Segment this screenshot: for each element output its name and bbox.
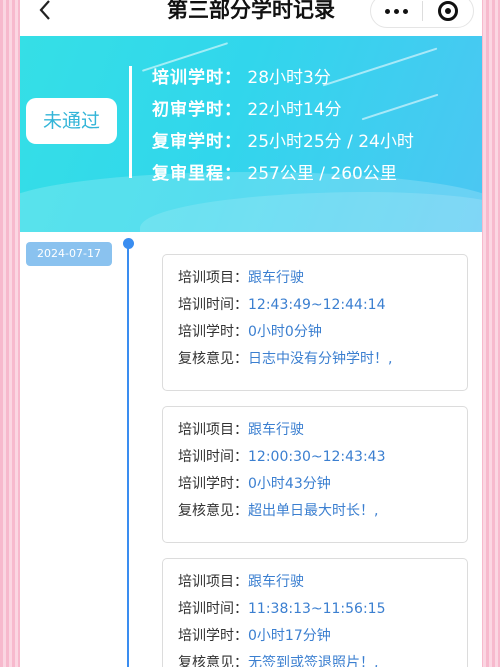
summary-banner: 未通过 培训学时： 28小时3分 初审学时： 22小时14分 复审学时： 25小… bbox=[20, 36, 482, 232]
app-screen: 第三部分学时记录 未通过 培训学时： 28小时3分 初审学时： 22小时14分 … bbox=[20, 0, 482, 667]
mini-program-capsule bbox=[370, 0, 474, 28]
more-dots-icon bbox=[385, 8, 390, 14]
record-card[interactable]: 培训项目：跟车行驶 培训时间：11:38:13~11:56:15 培训学时：0小… bbox=[162, 558, 468, 667]
record-project: 培训项目：跟车行驶 bbox=[178, 574, 304, 590]
record-hours: 培训学时：0小时0分钟 bbox=[178, 324, 322, 340]
summary-stats: 培训学时： 28小时3分 初审学时： 22小时14分 复审学时： 25小时25分… bbox=[152, 62, 414, 190]
record-time: 培训时间：12:43:49~12:44:14 bbox=[178, 297, 386, 313]
left-decor-border bbox=[0, 0, 20, 667]
record-project: 培训项目：跟车行驶 bbox=[178, 270, 304, 286]
timeline-dot bbox=[123, 238, 134, 249]
stat-first-review-hours: 初审学时： 22小时14分 bbox=[152, 100, 342, 120]
record-review: 复核意见：无签到或签退照片！, bbox=[178, 655, 379, 667]
close-mini-program-button[interactable] bbox=[423, 1, 473, 21]
stat-second-review-hours: 复审学时： 25小时25分 / 24小时 bbox=[152, 132, 414, 152]
record-time: 培训时间：12:00:30~12:43:43 bbox=[178, 449, 386, 465]
record-card[interactable]: 培训项目：跟车行驶 培训时间：12:43:49~12:44:14 培训学时：0小… bbox=[162, 254, 468, 391]
more-menu-button[interactable] bbox=[371, 8, 422, 14]
stat-training-hours: 培训学时： 28小时3分 bbox=[152, 68, 331, 88]
record-time: 培训时间：11:38:13~11:56:15 bbox=[178, 601, 386, 617]
target-close-icon bbox=[437, 1, 458, 21]
record-hours: 培训学时：0小时17分钟 bbox=[178, 628, 331, 644]
status-badge: 未通过 bbox=[26, 98, 117, 144]
record-card[interactable]: 培训项目：跟车行驶 培训时间：12:00:30~12:43:43 培训学时：0小… bbox=[162, 406, 468, 543]
timeline-date-chip: 2024-07-17 bbox=[26, 242, 112, 266]
stat-second-review-mileage: 复审里程： 257公里 / 260公里 bbox=[152, 164, 397, 184]
record-project: 培训项目：跟车行驶 bbox=[178, 422, 304, 438]
nav-bar: 第三部分学时记录 bbox=[20, 0, 482, 36]
record-hours: 培训学时：0小时43分钟 bbox=[178, 476, 331, 492]
record-review: 复核意见：日志中没有分钟学时！, bbox=[178, 351, 393, 367]
summary-divider bbox=[129, 66, 132, 178]
right-decor-border bbox=[480, 0, 500, 667]
timeline-line bbox=[127, 244, 129, 667]
record-review: 复核意见：超出单日最大时长！, bbox=[178, 503, 379, 519]
